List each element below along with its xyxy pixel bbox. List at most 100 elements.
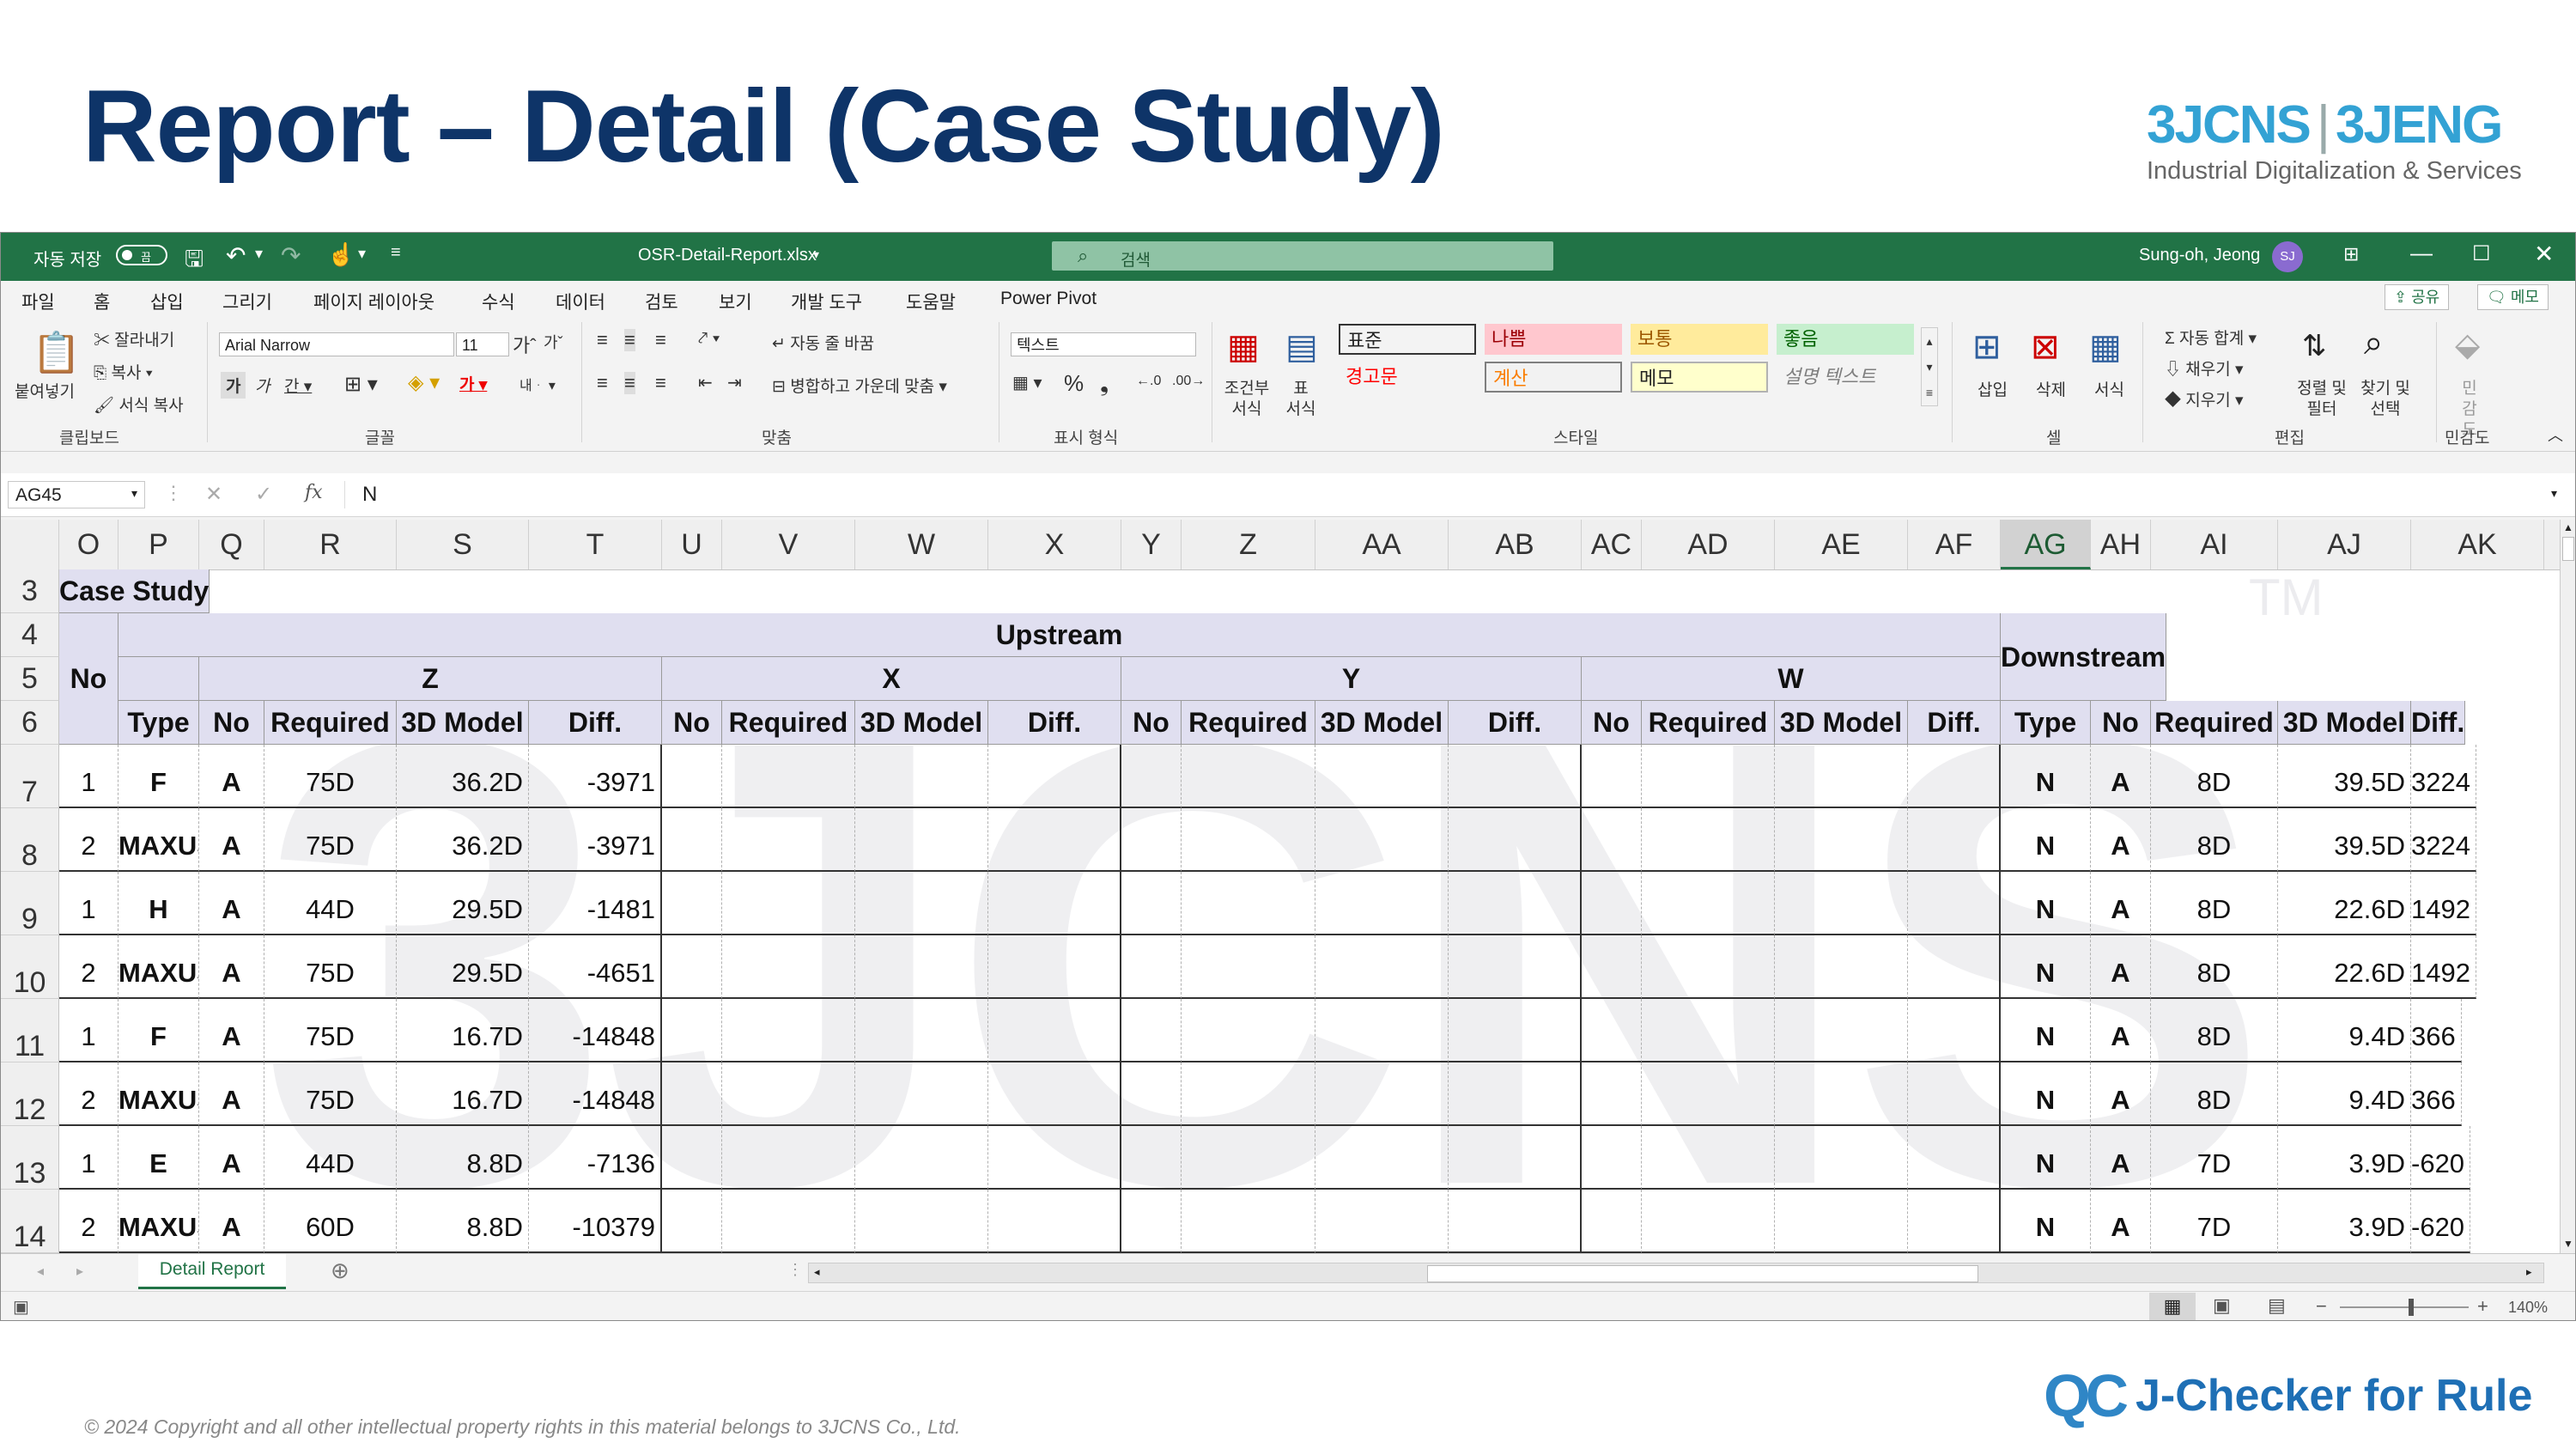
- cell-empty[interactable]: [1908, 808, 2001, 872]
- cell-down-type[interactable]: N: [2001, 935, 2091, 999]
- cell-required[interactable]: 44D: [264, 1126, 397, 1190]
- find-select-button[interactable]: 찾기 및 선택: [2355, 379, 2415, 420]
- cell-empty[interactable]: [1315, 999, 1449, 1062]
- minimize-icon[interactable]: —: [2410, 240, 2433, 266]
- up-col-z-3[interactable]: Diff.: [529, 701, 662, 745]
- tab-file[interactable]: 파일: [21, 289, 55, 314]
- column-header-aj[interactable]: AJ: [2278, 520, 2411, 569]
- cell-empty[interactable]: [1908, 1126, 2001, 1190]
- cell-down-diff[interactable]: 3224: [2411, 808, 2476, 872]
- up-col-z-1[interactable]: Required: [264, 701, 397, 745]
- cell-empty[interactable]: [722, 808, 855, 872]
- row-header-4[interactable]: 4: [1, 613, 59, 657]
- cell-empty[interactable]: [722, 872, 855, 935]
- cell-empty[interactable]: [988, 1190, 1121, 1253]
- cell-empty[interactable]: [1182, 999, 1315, 1062]
- cell-empty[interactable]: [1582, 808, 1642, 872]
- column-header-q[interactable]: Q: [199, 520, 264, 569]
- row-header-13[interactable]: 13: [1, 1126, 59, 1190]
- up-col-x-0[interactable]: No: [662, 701, 722, 745]
- down-col-3[interactable]: 3D Model: [2278, 701, 2411, 745]
- column-header-u[interactable]: U: [662, 520, 722, 569]
- cell-empty[interactable]: [1121, 808, 1182, 872]
- cell-empty[interactable]: [662, 1062, 722, 1126]
- cell-empty[interactable]: [1642, 808, 1775, 872]
- cell-empty[interactable]: [1908, 1062, 2001, 1126]
- cell-down-3d-model[interactable]: 3.9D: [2278, 1190, 2411, 1253]
- cell-empty[interactable]: [1642, 935, 1775, 999]
- cell-diff[interactable]: -14848: [529, 1062, 662, 1126]
- case-study-header[interactable]: Case Study: [59, 569, 210, 613]
- cell-down-no[interactable]: A: [2091, 1190, 2151, 1253]
- column-header-v[interactable]: V: [722, 520, 855, 569]
- row-header-8[interactable]: 8: [1, 808, 59, 872]
- cell-required[interactable]: 44D: [264, 872, 397, 935]
- group-header-z[interactable]: Z: [199, 657, 662, 701]
- cell-empty[interactable]: [1775, 935, 1908, 999]
- cell-empty[interactable]: [662, 872, 722, 935]
- column-header-w[interactable]: W: [855, 520, 988, 569]
- cell-down-3d-model[interactable]: 39.5D: [2278, 745, 2411, 808]
- cell-empty[interactable]: [1642, 1062, 1775, 1126]
- cell-no[interactable]: 1: [59, 872, 118, 935]
- increase-indent-icon[interactable]: ⇥: [727, 372, 742, 393]
- number-format-combo[interactable]: 텍스트: [1011, 332, 1196, 356]
- cell-type[interactable]: E: [118, 1126, 199, 1190]
- cell-diff[interactable]: -3971: [529, 745, 662, 808]
- column-header-p[interactable]: P: [118, 520, 199, 569]
- column-header-ae[interactable]: AE: [1775, 520, 1908, 569]
- cell-no[interactable]: 1: [59, 745, 118, 808]
- customize-toolbar-icon[interactable]: ▾: [358, 245, 366, 263]
- cell-empty[interactable]: [1582, 745, 1642, 808]
- align-top-icon[interactable]: ≡: [597, 329, 608, 351]
- cell-3d-model[interactable]: 29.5D: [397, 935, 529, 999]
- tab-review[interactable]: 검토: [645, 289, 678, 314]
- user-avatar[interactable]: SJ: [2272, 241, 2303, 272]
- cell-empty[interactable]: [722, 1126, 855, 1190]
- tab-formulas[interactable]: 수식: [482, 289, 515, 314]
- cell-type[interactable]: MAXUS: [118, 808, 199, 872]
- cell-empty[interactable]: [662, 1190, 722, 1253]
- cell-down-no[interactable]: A: [2091, 999, 2151, 1062]
- cell-down-diff[interactable]: 3224: [2411, 745, 2476, 808]
- copy-button[interactable]: ⎘ 복사 ▾: [94, 360, 153, 383]
- cell-empty[interactable]: [722, 1190, 855, 1253]
- cell-diff[interactable]: -7136: [529, 1126, 662, 1190]
- cell-down-type[interactable]: N: [2001, 1190, 2091, 1253]
- format-as-table-icon[interactable]: ▤: [1285, 327, 1318, 367]
- column-header-r[interactable]: R: [264, 520, 397, 569]
- style-note[interactable]: 메모: [1631, 362, 1768, 393]
- quick-access-more-icon[interactable]: ≡: [391, 243, 401, 263]
- cell-down-3d-model[interactable]: 22.6D: [2278, 935, 2411, 999]
- cell-3d-model[interactable]: 8.8D: [397, 1126, 529, 1190]
- tab-draw[interactable]: 그리기: [222, 289, 272, 314]
- style-warning[interactable]: 경고문: [1339, 362, 1476, 393]
- column-header-ah[interactable]: AH: [2091, 520, 2151, 569]
- format-as-table-button[interactable]: 표 서식: [1284, 379, 1318, 420]
- horizontal-scrollbar[interactable]: ◂ ▸: [808, 1263, 2544, 1283]
- cell-empty[interactable]: [1449, 1062, 1582, 1126]
- cell-diff[interactable]: -10379: [529, 1190, 662, 1253]
- cell-empty[interactable]: [1449, 1190, 1582, 1253]
- cell-empty[interactable]: [1908, 1190, 2001, 1253]
- cell-down-type[interactable]: N: [2001, 808, 2091, 872]
- up-col-y-0[interactable]: No: [1121, 701, 1182, 745]
- cell-empty[interactable]: [1315, 808, 1449, 872]
- cell-no[interactable]: 2: [59, 1190, 118, 1253]
- row-header-11[interactable]: 11: [1, 999, 59, 1062]
- cell-empty[interactable]: [1582, 999, 1642, 1062]
- cell-empty[interactable]: [662, 999, 722, 1062]
- cell-empty[interactable]: [1449, 745, 1582, 808]
- name-box[interactable]: AG45: [8, 481, 145, 508]
- tab-page-layout[interactable]: 페이지 레이아웃: [313, 289, 434, 314]
- cell-3d-model[interactable]: 16.7D: [397, 1062, 529, 1126]
- cell-3d-model[interactable]: 29.5D: [397, 872, 529, 935]
- type-group-blank[interactable]: [118, 657, 199, 701]
- increase-decimal-icon[interactable]: ←.0: [1136, 374, 1161, 389]
- row-header-6[interactable]: 6: [1, 701, 59, 745]
- column-header-z[interactable]: Z: [1182, 520, 1315, 569]
- cell-empty[interactable]: [1642, 1126, 1775, 1190]
- bold-icon[interactable]: 가: [221, 372, 246, 399]
- cell-required[interactable]: 60D: [264, 1190, 397, 1253]
- cell-empty[interactable]: [1315, 1062, 1449, 1126]
